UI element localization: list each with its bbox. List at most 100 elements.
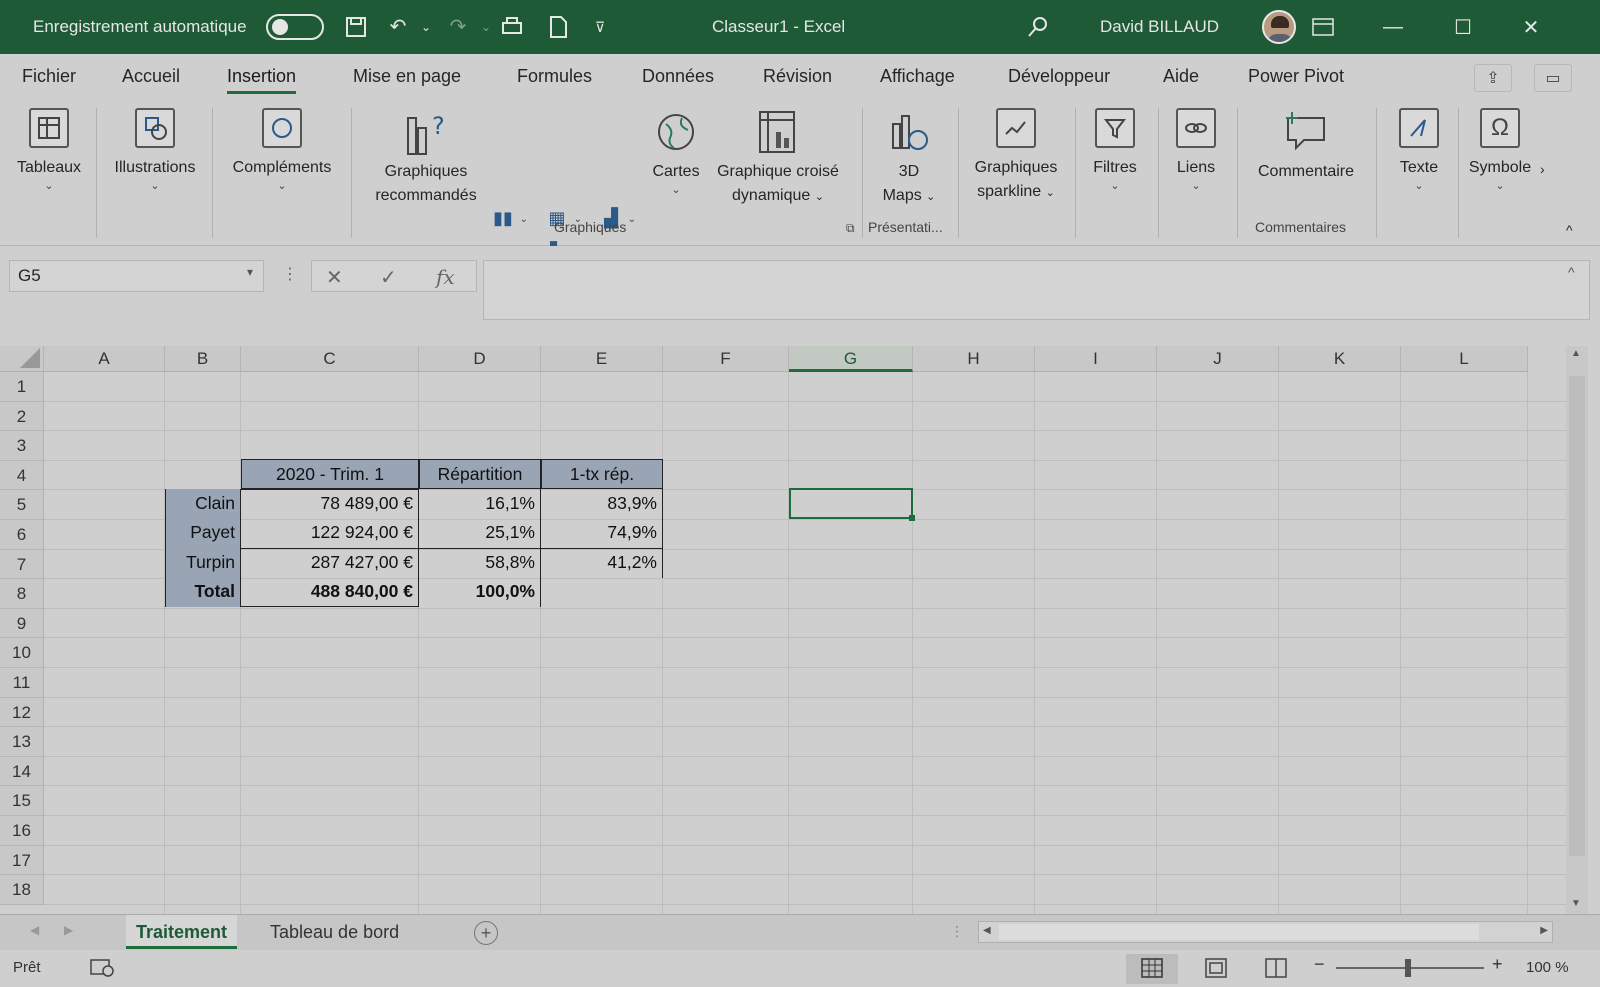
insert-function-icon[interactable]: fx [436,265,455,289]
cancel-icon[interactable]: ✕ [326,265,343,290]
page-break-view-icon[interactable] [1264,957,1288,983]
vertical-scrollbar[interactable]: ▲ ▼ [1566,346,1588,914]
column-header-b[interactable]: B [165,346,241,372]
filtres-button[interactable]: Filtres ⌄ [1083,108,1147,192]
add-sheet-icon[interactable]: + [474,921,498,945]
cell-e5[interactable]: 83,9% [541,489,662,519]
dialog-launcher-icon[interactable]: ⧉ [846,221,855,236]
horizontal-scrollbar[interactable]: ◀ ▶ [978,921,1553,943]
texte-button[interactable]: Texte ⌄ [1388,108,1450,192]
tab-power-pivot[interactable]: Power Pivot [1248,66,1344,87]
save-icon[interactable] [344,15,368,39]
tab-splitter-icon[interactable]: ⋮ [950,923,964,940]
row-header-4[interactable]: 4 [0,460,44,491]
row-header-15[interactable]: 15 [0,786,44,816]
cell-d4[interactable]: Répartition [419,459,541,489]
column-chart-icon[interactable]: ▮▮ ⌄ [490,206,528,230]
formula-input[interactable] [483,260,1590,320]
maps-chart-button[interactable]: Cartes ⌄ [646,108,706,196]
share-icon[interactable]: ⇪ [1474,64,1512,92]
symbole-button[interactable]: Ω Symbole ⌄ [1466,108,1534,192]
scroll-down-icon[interactable]: ▼ [1571,898,1581,909]
tab-accueil[interactable]: Accueil [122,66,180,87]
complements-button[interactable]: Compléments ⌄ [224,108,340,192]
new-file-icon[interactable] [546,15,570,39]
tab-aide[interactable]: Aide [1163,66,1199,87]
tab-affichage[interactable]: Affichage [880,66,955,87]
row-header-2[interactable]: 2 [0,401,44,432]
comments-icon[interactable]: ▭ [1534,64,1572,92]
zoom-slider-handle[interactable] [1405,959,1411,977]
next-sheet-icon[interactable]: ▶ [64,923,73,937]
column-header-f[interactable]: F [663,346,789,372]
zoom-in-icon[interactable]: + [1492,954,1503,975]
row-header-16[interactable]: 16 [0,816,44,846]
tab-developpeur[interactable]: Développeur [1008,66,1110,87]
confirm-icon[interactable]: ✓ [380,265,397,290]
name-box[interactable]: G5 ▾ [9,260,264,292]
cell-c8[interactable]: 488 840,00 € [242,577,418,607]
row-header-13[interactable]: 13 [0,727,44,757]
row-header-11[interactable]: 11 [0,668,44,698]
tab-insertion[interactable]: Insertion [227,66,297,94]
cell-d5[interactable]: 16,1% [419,489,540,519]
recommended-charts-button[interactable]: ? Graphiques recommandés [364,108,488,208]
liens-button[interactable]: Liens ⌄ [1166,108,1226,192]
tab-fichier[interactable]: Fichier [22,66,76,87]
ribbon-display-icon[interactable] [1288,0,1358,54]
column-header-a[interactable]: A [44,346,165,372]
redo-dropdown-icon[interactable]: ⌄ [474,15,498,39]
collapse-ribbon-icon[interactable]: ^ [1566,218,1573,242]
more-options-icon[interactable]: ⋮ [282,264,298,284]
collapse-formula-bar-icon[interactable]: ^ [1568,264,1575,280]
macro-record-icon[interactable] [90,957,114,981]
tab-formules[interactable]: Formules [517,66,592,87]
print-preview-icon[interactable] [500,15,524,39]
sheet-tab-tableau-de-bord[interactable]: Tableau de bord [260,915,409,949]
user-name[interactable]: David BILLAUD [1100,0,1219,54]
close-icon[interactable]: ✕ [1496,0,1566,54]
row-header-18[interactable]: 18 [0,875,44,905]
column-header-e[interactable]: E [541,346,663,372]
h-scroll-thumb[interactable] [999,924,1479,940]
tab-mise-en-page[interactable]: Mise en page [353,66,461,87]
row-header-17[interactable]: 17 [0,845,44,876]
row-header-9[interactable]: 9 [0,608,44,639]
select-all-corner[interactable] [0,346,44,372]
cell-c6[interactable]: 122 924,00 € [242,518,418,548]
row-header-5[interactable]: 5 [0,490,44,520]
prev-sheet-icon[interactable]: ◀ [30,923,39,937]
scroll-thumb[interactable] [1569,376,1585,856]
row-header-8[interactable]: 8 [0,579,44,609]
row-header-10[interactable]: 10 [0,638,44,668]
cell-e4[interactable]: 1-tx rép. [541,459,663,489]
worksheet-grid[interactable]: ABCDEFGHIJKL 1 2 3 4 5 6 7 8 9 10 11 12 13 14 15 16 17 18… [0,346,1600,914]
maximize-icon[interactable]: ☐ [1428,0,1498,54]
column-header-d[interactable]: D [419,346,541,372]
cell-c5[interactable]: 78 489,00 € [242,489,418,519]
cell-c7[interactable]: 287 427,00 € [242,548,418,578]
row-header-14[interactable]: 14 [0,756,44,787]
cell-c4[interactable]: 2020 - Trim. 1 [241,459,419,489]
undo-icon[interactable]: ↶ [386,15,410,39]
cell-e6[interactable]: 74,9% [541,518,662,548]
sheet-tab-traitement[interactable]: Traitement [126,915,238,949]
column-header-i[interactable]: I [1035,346,1157,372]
tableaux-button[interactable]: Tableaux ⌄ [14,108,84,192]
tab-donnees[interactable]: Données [642,66,714,87]
cell-b8[interactable]: Total [166,577,240,607]
zoom-out-icon[interactable]: − [1314,954,1325,975]
cell-d7[interactable]: 58,8% [419,548,540,578]
page-layout-view-icon[interactable] [1204,957,1228,983]
cell-d8[interactable]: 100,0% [419,577,540,607]
column-header-g[interactable]: G [789,346,913,372]
3d-maps-button[interactable]: 3D Maps ⌄ [866,108,952,209]
cell-b6[interactable]: Payet [166,518,240,548]
scroll-left-icon[interactable]: ◀ [983,925,991,936]
row-header-1[interactable]: 1 [0,372,44,402]
row-header-7[interactable]: 7 [0,549,44,580]
ribbon-scroll-right-icon[interactable]: › [1540,157,1545,181]
search-icon[interactable] [1026,15,1050,39]
sparkline-button[interactable]: Graphiques sparkline ⌄ [966,108,1066,205]
undo-dropdown-icon[interactable]: ⌄ [414,15,438,39]
